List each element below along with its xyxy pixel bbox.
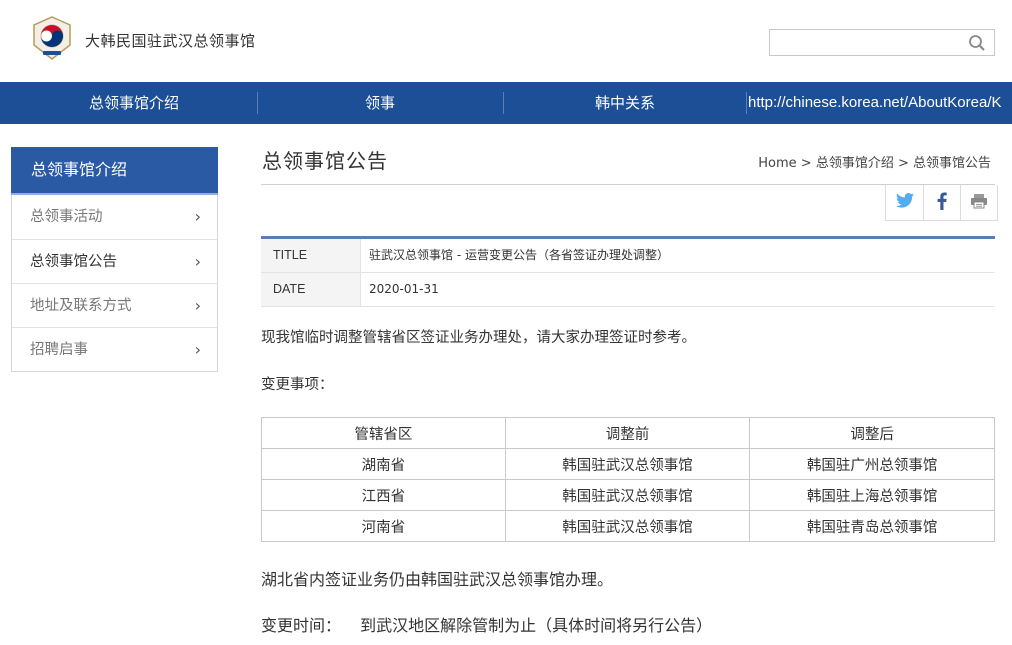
chevron-right-icon: › [194,296,201,315]
breadcrumb[interactable]: Home > 总领事馆介绍 > 总领事馆公告 [758,152,991,171]
column-header-after: 调整后 [749,417,995,449]
sidebar-item-label: 招聘启事 [30,342,88,358]
sidebar-item-recruitment[interactable]: 招聘启事 › [12,327,217,371]
post-meta: TITLE 驻武汉总领事馆 - 运营变更公告（各省签证办理处调整） DATE 2… [261,236,995,307]
meta-date-value: 2020-01-31 [369,282,439,296]
sidebar-item-label: 总领事活动 [30,209,103,225]
print-icon [970,193,988,213]
sidebar-heading[interactable]: 总领事馆介绍 [11,147,218,195]
twitter-icon [895,193,914,212]
changes-heading: 变更事项： [261,377,334,393]
chevron-right-icon: › [194,207,201,226]
site-title[interactable]: 大韩民国驻武汉总领事馆 [85,30,256,51]
hubei-note: 湖北省内签证业务仍由韩国驻武汉总领事馆办理。 [261,570,614,589]
chevron-right-icon: › [194,340,201,359]
table-cell: 韩国驻上海总领事馆 [749,479,995,511]
print-button[interactable] [960,185,997,220]
intro-paragraph: 现我馆临时调整管辖省区签证业务办理处，请大家办理签证时参考。 [261,330,696,346]
nav-item-consulate-intro[interactable]: 总领事馆介绍 [12,82,256,124]
share-toolbar [885,185,998,221]
meta-date-label: DATE [261,273,361,306]
table-cell: 韩国驻武汉总领事馆 [504,479,751,511]
visa-office-table: 管辖省区 调整前 调整后 湖南省 韩国驻武汉总领事馆 韩国驻广州总领事馆 江西省… [261,417,995,542]
change-time-label: 变更时间： [261,616,342,635]
facebook-icon [937,192,947,214]
main-nav: 总领事馆介绍 领事 韩中关系 http://chinese.korea.net/… [0,82,1012,124]
sidebar: 总领事馆介绍 总领事活动 › 总领事馆公告 › 地址及联系方式 › 招聘启事 › [11,147,218,372]
search-input[interactable] [769,29,995,56]
site-header: 大韩民国驻武汉总领事馆 [0,0,1012,82]
nav-item-url-link[interactable]: http://chinese.korea.net/AboutKorea/K [748,82,1002,124]
sidebar-item-label: 地址及联系方式 [30,298,132,314]
sidebar-list: 总领事活动 › 总领事馆公告 › 地址及联系方式 › 招聘启事 › [11,195,218,372]
table-row: 江西省 韩国驻武汉总领事馆 韩国驻上海总领事馆 [261,479,995,511]
table-cell: 韩国驻武汉总领事馆 [504,448,751,480]
sidebar-item-label: 总领事馆公告 [30,254,117,270]
table-row: 湖南省 韩国驻武汉总领事馆 韩国驻广州总领事馆 [261,448,995,480]
meta-title-value: 驻武汉总领事馆 - 运营变更公告（各省签证办理处调整） [369,248,669,262]
sidebar-item-announcements[interactable]: 总领事馆公告 › [12,239,217,283]
table-cell: 河南省 [261,510,506,542]
meta-title-label: TITLE [261,239,361,272]
sidebar-item-address-contact[interactable]: 地址及联系方式 › [12,283,217,327]
column-header-province: 管辖省区 [261,417,506,449]
twitter-share-button[interactable] [886,185,923,220]
emblem-logo[interactable] [30,15,74,61]
table-cell: 湖南省 [261,448,506,480]
table-cell: 韩国驻广州总领事馆 [749,448,995,480]
table-cell: 韩国驻青岛总领事馆 [749,510,995,542]
column-header-before: 调整前 [504,417,751,449]
meta-row-title: TITLE 驻武汉总领事馆 - 运营变更公告（各省签证办理处调整） [261,239,995,273]
nav-item-consular[interactable]: 领事 [258,82,502,124]
meta-row-date: DATE 2020-01-31 [261,273,995,307]
table-cell: 韩国驻武汉总领事馆 [504,510,751,542]
table-cell: 江西省 [261,479,506,511]
table-header-row: 管辖省区 调整前 调整后 [261,417,995,449]
sidebar-item-consul-activities[interactable]: 总领事活动 › [12,195,217,239]
chevron-right-icon: › [194,252,201,271]
change-time-value: 到武汉地区解除管制为止（具体时间将另行公告） [360,616,713,635]
nav-divider [746,92,747,114]
facebook-share-button[interactable] [923,185,960,220]
change-time: 变更时间： 到武汉地区解除管制为止（具体时间将另行公告） [261,612,712,636]
nav-item-korea-china-relations[interactable]: 韩中关系 [504,82,746,124]
page-title: 总领事馆公告 [262,149,388,173]
search-icon[interactable] [968,34,986,52]
table-row: 河南省 韩国驻武汉总领事馆 韩国驻青岛总领事馆 [261,510,995,542]
